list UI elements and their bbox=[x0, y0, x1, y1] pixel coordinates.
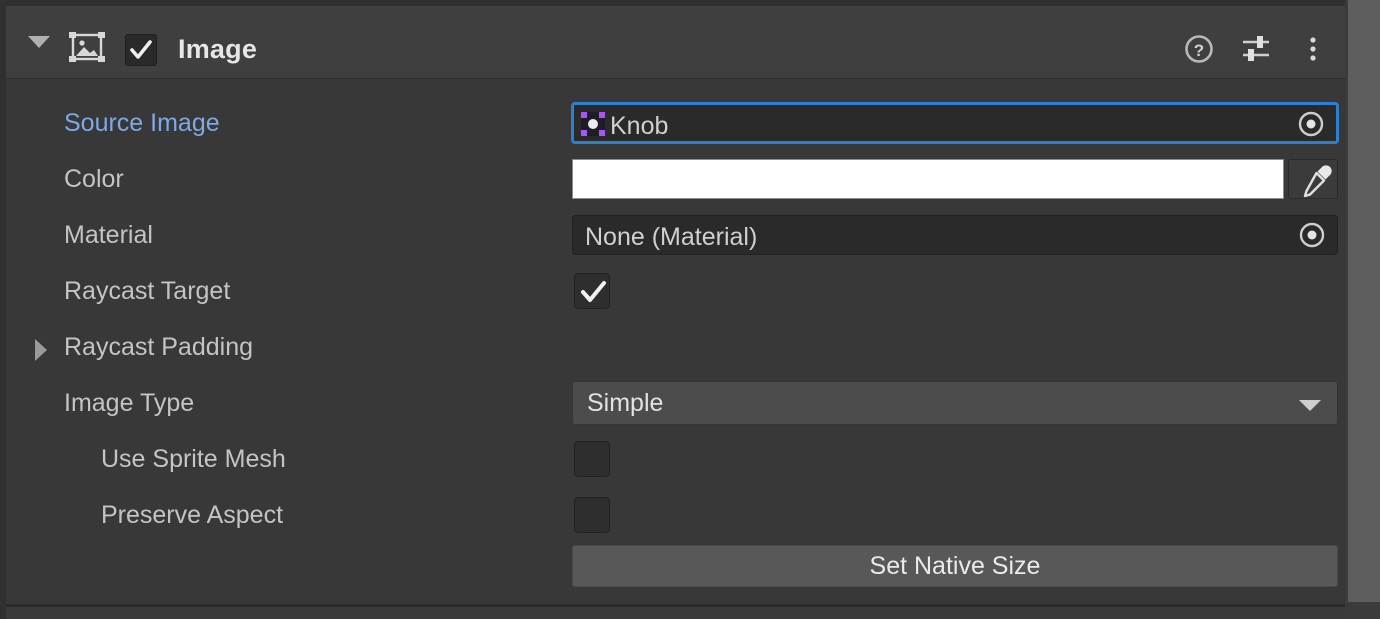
preserve-aspect-label: Preserve Aspect bbox=[101, 501, 284, 529]
component-body: Source Image Knob Color Material None (M… bbox=[6, 79, 1345, 587]
next-component-panel-stub bbox=[6, 606, 1380, 619]
row-material: Material None (Material) bbox=[6, 207, 1345, 263]
check-icon bbox=[581, 281, 606, 302]
source-image-label: Source Image bbox=[64, 109, 220, 137]
more-menu-icon[interactable] bbox=[1296, 32, 1330, 66]
preset-icon[interactable] bbox=[1239, 32, 1273, 66]
material-value: None (Material) bbox=[585, 223, 758, 251]
object-picker-icon[interactable] bbox=[1288, 107, 1334, 141]
inspector-window: Image ? Source Image Knob Color Material… bbox=[0, 0, 1380, 619]
object-picker-icon[interactable] bbox=[1289, 218, 1335, 252]
use-sprite-mesh-label: Use Sprite Mesh bbox=[101, 445, 286, 473]
color-field[interactable] bbox=[572, 159, 1338, 199]
material-label: Material bbox=[64, 221, 153, 249]
component-header[interactable]: Image ? bbox=[6, 6, 1345, 79]
image-component-icon bbox=[68, 32, 106, 62]
raycast-target-checkbox[interactable] bbox=[574, 273, 610, 309]
inspector-scrollbar-thumb[interactable] bbox=[1348, 0, 1380, 602]
set-native-size-button[interactable]: Set Native Size bbox=[572, 545, 1338, 587]
preserve-aspect-checkbox[interactable] bbox=[574, 497, 610, 533]
row-raycast-target: Raycast Target bbox=[6, 263, 1345, 319]
material-object-field[interactable]: None (Material) bbox=[572, 215, 1338, 255]
check-icon bbox=[130, 40, 152, 59]
help-icon[interactable]: ? bbox=[1182, 32, 1216, 66]
row-color: Color bbox=[6, 151, 1345, 207]
sprite-icon bbox=[580, 111, 606, 137]
image-type-label: Image Type bbox=[64, 389, 195, 417]
chevron-down-icon[interactable] bbox=[1299, 400, 1321, 411]
use-sprite-mesh-checkbox[interactable] bbox=[574, 441, 610, 477]
color-swatch[interactable] bbox=[572, 159, 1284, 199]
raycast-padding-label: Raycast Padding bbox=[64, 333, 254, 361]
row-image-type: Image Type Simple bbox=[6, 375, 1345, 431]
color-label: Color bbox=[64, 165, 124, 193]
row-preserve-aspect: Preserve Aspect bbox=[6, 487, 1345, 543]
image-type-dropdown[interactable]: Simple bbox=[572, 381, 1338, 425]
svg-text:?: ? bbox=[1194, 41, 1204, 60]
raycast-padding-foldout-arrow-icon[interactable] bbox=[35, 339, 47, 361]
component-foldout-arrow-icon[interactable] bbox=[28, 36, 50, 48]
source-image-object-field[interactable]: Knob bbox=[572, 103, 1338, 143]
inspector-scrollbar-track[interactable] bbox=[1345, 0, 1380, 619]
eyedropper-icon[interactable] bbox=[1288, 159, 1338, 199]
image-type-value: Simple bbox=[587, 389, 664, 417]
row-source-image: Source Image Knob bbox=[6, 95, 1345, 151]
component-enabled-checkbox[interactable] bbox=[125, 34, 157, 66]
raycast-target-label: Raycast Target bbox=[64, 277, 231, 305]
component-title: Image bbox=[178, 34, 258, 64]
source-image-value: Knob bbox=[610, 112, 669, 140]
row-raycast-padding[interactable]: Raycast Padding bbox=[6, 319, 1345, 375]
row-use-sprite-mesh: Use Sprite Mesh bbox=[6, 431, 1345, 487]
image-component-panel: Image ? Source Image Knob Color Material… bbox=[6, 6, 1345, 613]
